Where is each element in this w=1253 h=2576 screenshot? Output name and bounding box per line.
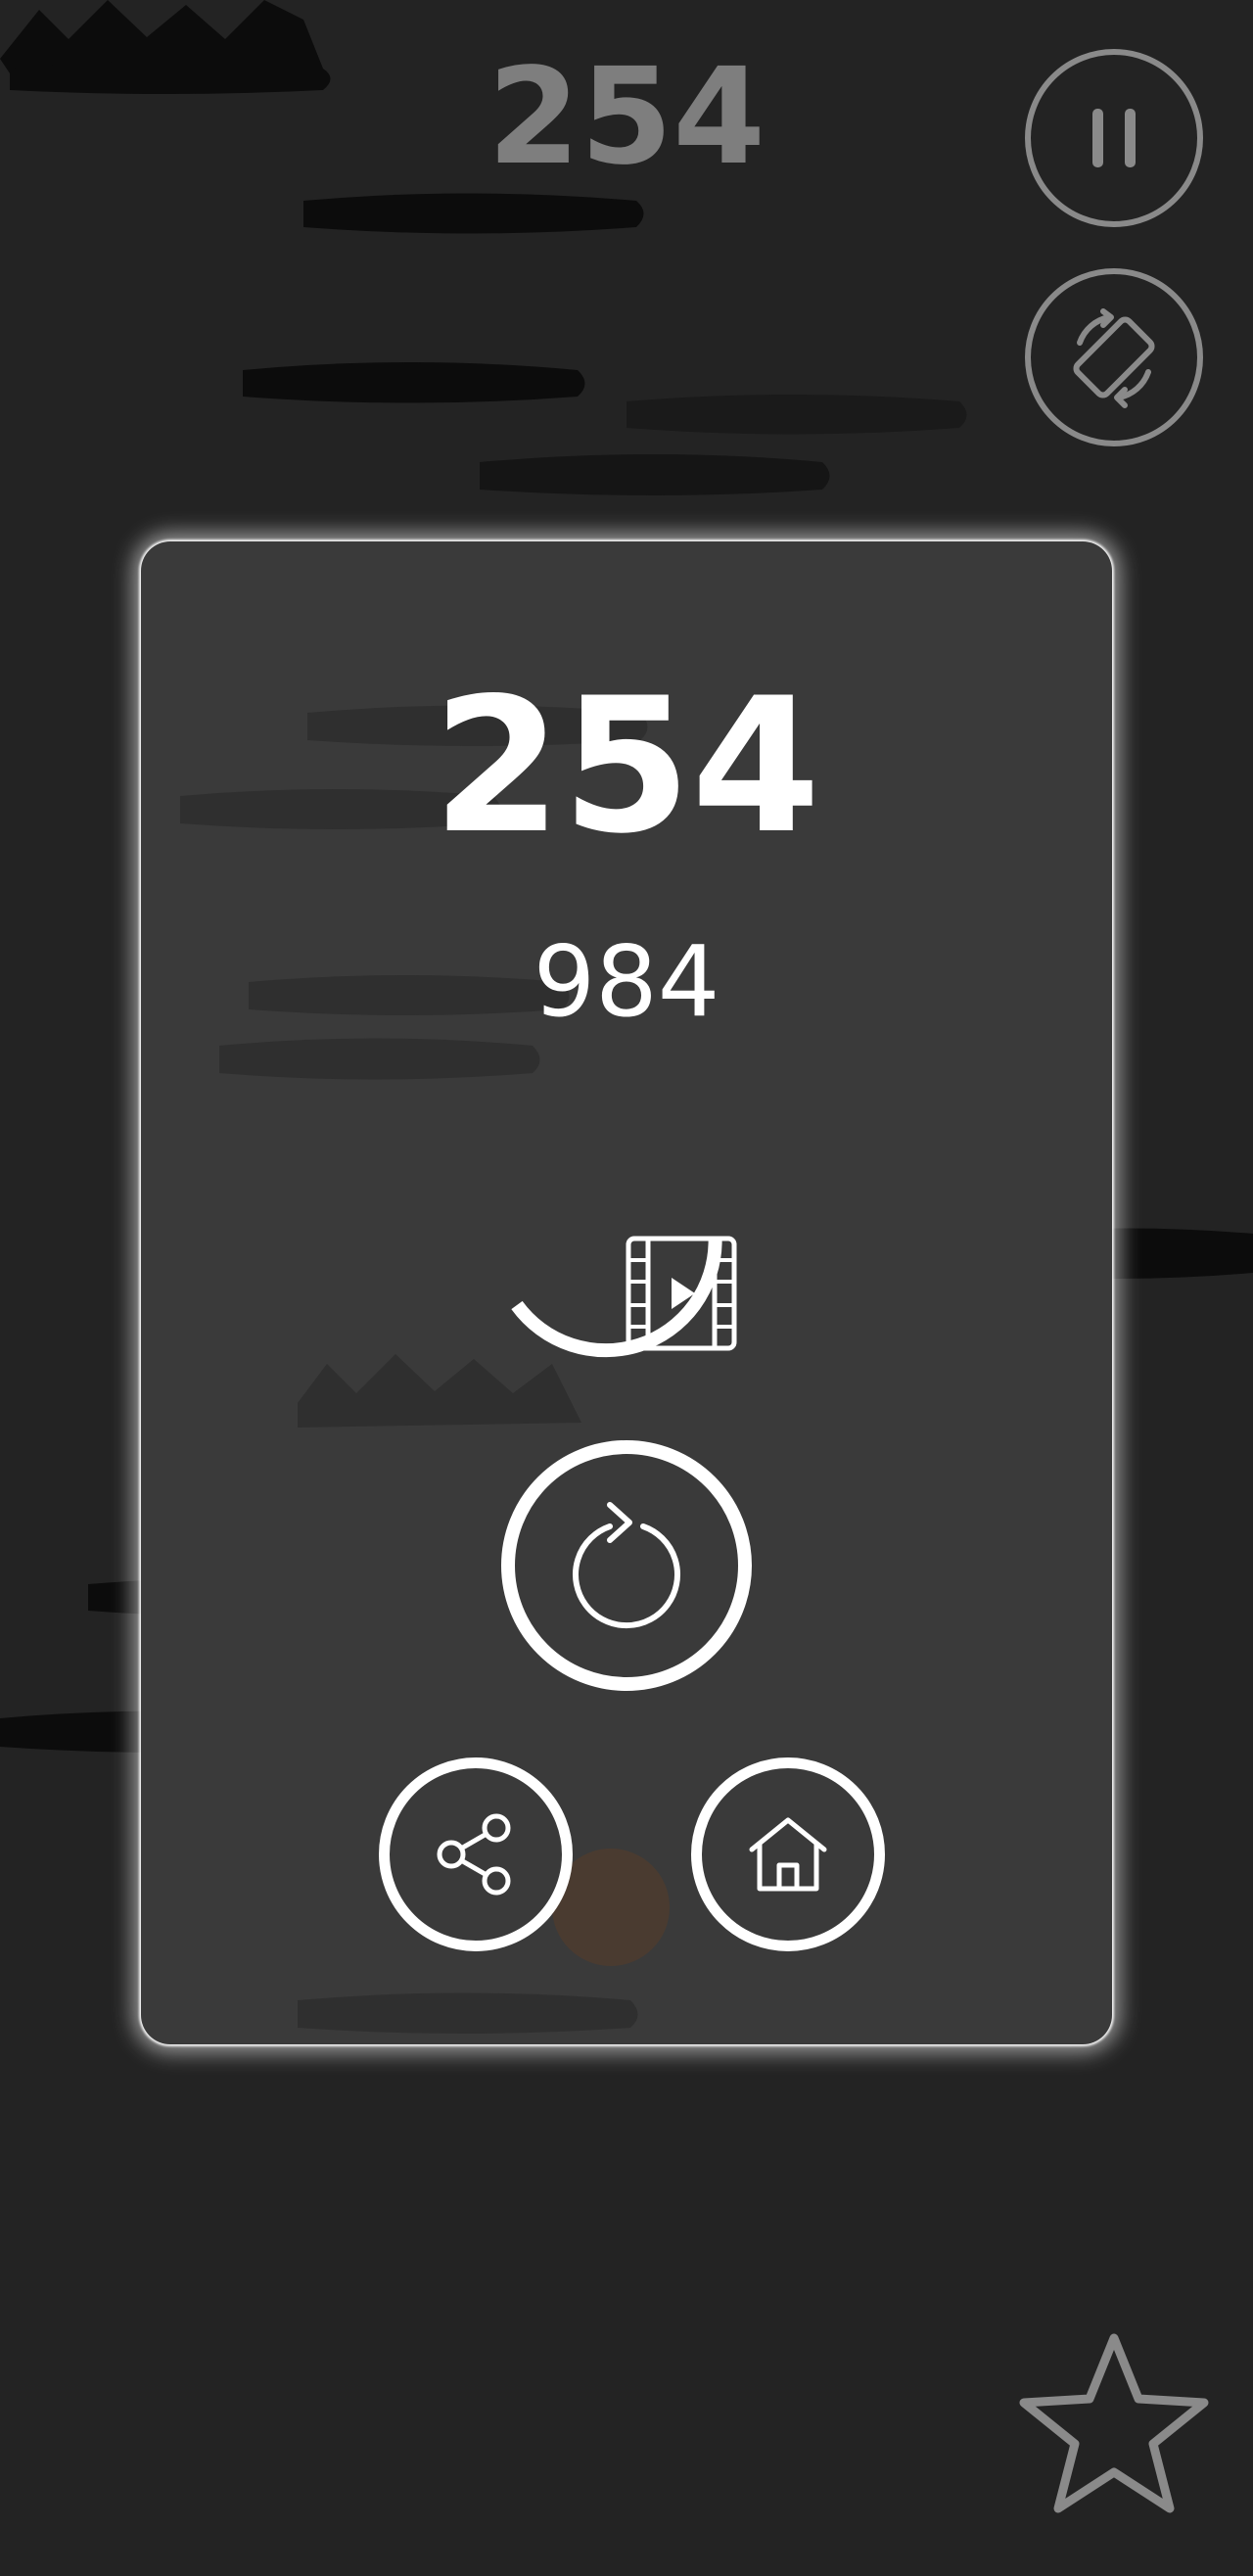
best-score: 984 — [533, 924, 720, 1039]
pause-icon — [1092, 109, 1136, 167]
restart-icon — [573, 1502, 680, 1629]
log-silhouette — [303, 193, 644, 234]
video-reward-icon — [511, 1236, 737, 1358]
rotate-screen-icon — [1073, 308, 1155, 408]
pause-button[interactable] — [1025, 49, 1203, 227]
share-icon — [437, 1813, 511, 1896]
log-silhouette — [626, 395, 967, 435]
rate-button[interactable] — [1016, 2328, 1212, 2520]
final-score: 254 — [432, 658, 821, 874]
game-over-panel: 254 984 — [141, 541, 1112, 2044]
log-silhouette — [480, 454, 830, 495]
share-button[interactable] — [379, 1757, 573, 1951]
restart-button[interactable] — [501, 1440, 752, 1691]
home-button[interactable] — [691, 1757, 885, 1951]
home-icon — [749, 1817, 827, 1892]
log-silhouette — [243, 362, 585, 403]
rotate-screen-button[interactable] — [1025, 268, 1203, 446]
watch-video-button[interactable] — [480, 1178, 773, 1432]
star-icon — [1019, 2333, 1209, 2513]
game-scene: 254 254 984 — [0, 0, 1253, 2576]
